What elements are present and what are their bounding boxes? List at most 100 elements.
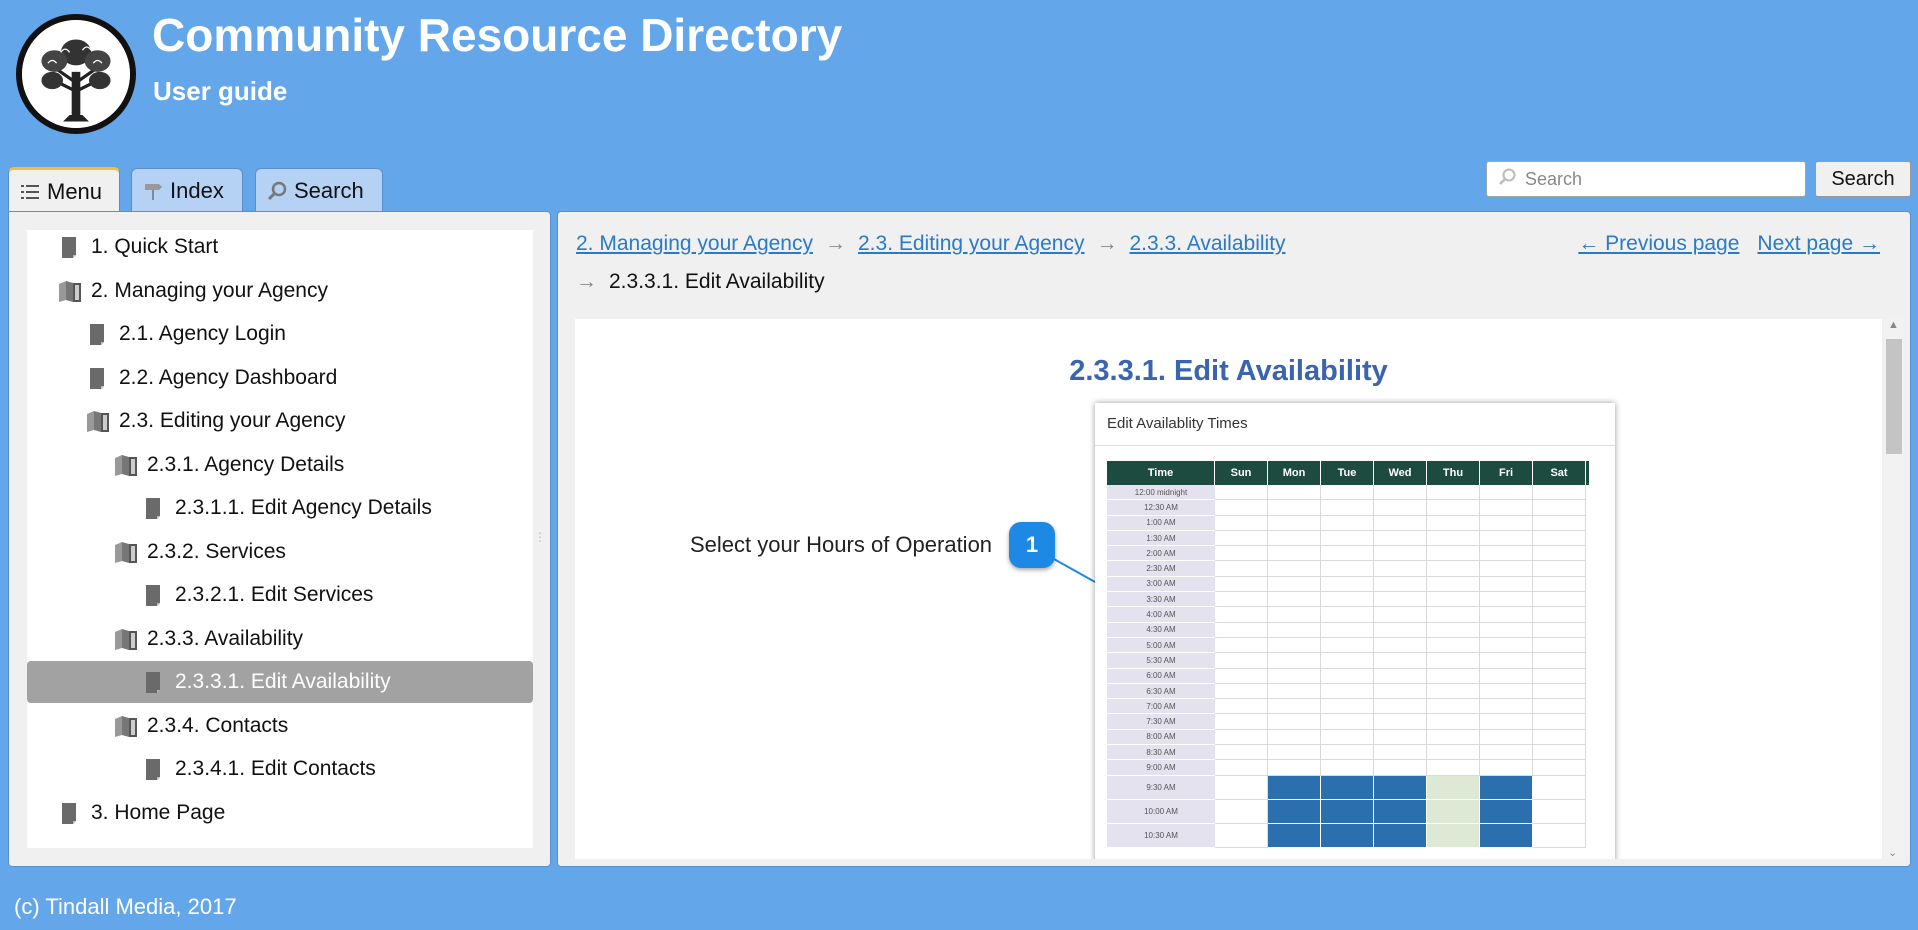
- panel-splitter[interactable]: ⋮: [534, 530, 546, 544]
- time-slot[interactable]: [1480, 515, 1533, 531]
- time-slot[interactable]: [1427, 714, 1480, 730]
- time-slot[interactable]: [1480, 653, 1533, 669]
- search-button[interactable]: Search: [1815, 161, 1911, 197]
- menu-item[interactable]: 2.2. Agency Dashboard: [27, 357, 533, 399]
- time-slot[interactable]: [1427, 637, 1480, 654]
- time-slot[interactable]: [1427, 561, 1480, 577]
- time-slot[interactable]: [1268, 546, 1321, 562]
- menu-item[interactable]: 2.3.1.1. Edit Agency Details: [27, 487, 533, 529]
- time-slot[interactable]: [1374, 799, 1427, 824]
- time-slot[interactable]: [1427, 683, 1480, 700]
- time-slot[interactable]: [1321, 592, 1374, 608]
- scroll-up-icon[interactable]: ▲: [1888, 319, 1899, 331]
- time-slot[interactable]: [1374, 683, 1427, 700]
- tab-search[interactable]: Search: [255, 168, 383, 212]
- time-slot[interactable]: [1533, 576, 1586, 593]
- time-slot[interactable]: [1321, 607, 1374, 623]
- time-slot[interactable]: [1215, 500, 1268, 516]
- time-slot[interactable]: [1533, 592, 1586, 608]
- time-slot[interactable]: [1374, 546, 1427, 562]
- time-slot[interactable]: [1533, 799, 1586, 824]
- time-slot[interactable]: [1321, 546, 1374, 562]
- time-slot[interactable]: [1268, 576, 1321, 593]
- time-slot[interactable]: [1480, 729, 1533, 746]
- time-slot[interactable]: [1215, 668, 1268, 684]
- time-slot[interactable]: [1533, 775, 1586, 800]
- time-slot[interactable]: [1374, 576, 1427, 593]
- time-slot[interactable]: [1374, 729, 1427, 746]
- time-slot[interactable]: [1374, 714, 1427, 730]
- time-slot[interactable]: [1268, 668, 1321, 684]
- time-slot[interactable]: [1268, 760, 1321, 776]
- time-slot[interactable]: [1480, 576, 1533, 593]
- time-slot[interactable]: [1533, 530, 1586, 547]
- time-slot[interactable]: [1427, 745, 1480, 761]
- time-slot[interactable]: [1321, 775, 1374, 800]
- menu-item[interactable]: 2.3.3. Availability: [27, 618, 533, 660]
- time-slot[interactable]: [1321, 653, 1374, 669]
- time-slot[interactable]: [1268, 607, 1321, 623]
- time-slot[interactable]: [1215, 515, 1268, 531]
- time-slot[interactable]: [1215, 530, 1268, 547]
- time-slot[interactable]: [1374, 668, 1427, 684]
- scrollbar-thumb[interactable]: [1886, 339, 1902, 454]
- menu-item[interactable]: 3. Home Page: [27, 792, 533, 834]
- time-slot[interactable]: [1374, 561, 1427, 577]
- time-slot[interactable]: [1321, 561, 1374, 577]
- time-slot[interactable]: [1427, 592, 1480, 608]
- time-slot[interactable]: [1268, 699, 1321, 715]
- time-slot[interactable]: [1374, 653, 1427, 669]
- breadcrumb-link[interactable]: 2.3. Editing your Agency: [858, 232, 1084, 255]
- time-slot[interactable]: [1374, 485, 1427, 501]
- time-slot[interactable]: [1533, 683, 1586, 700]
- time-slot[interactable]: [1321, 745, 1374, 761]
- time-slot[interactable]: [1215, 622, 1268, 638]
- time-slot[interactable]: [1321, 637, 1374, 654]
- breadcrumb-link[interactable]: 2. Managing your Agency: [576, 232, 813, 255]
- time-slot[interactable]: [1268, 637, 1321, 654]
- time-slot[interactable]: [1374, 745, 1427, 761]
- search-field[interactable]: [1486, 161, 1806, 197]
- time-slot[interactable]: [1321, 668, 1374, 684]
- time-slot[interactable]: [1321, 760, 1374, 776]
- time-slot[interactable]: [1427, 546, 1480, 562]
- time-slot[interactable]: [1268, 592, 1321, 608]
- time-slot[interactable]: [1321, 799, 1374, 824]
- menu-item[interactable]: 2. Managing your Agency: [27, 270, 533, 312]
- menu-item[interactable]: 2.3. Editing your Agency: [27, 400, 533, 442]
- time-slot[interactable]: [1480, 799, 1533, 824]
- time-slot[interactable]: [1427, 576, 1480, 593]
- time-slot[interactable]: [1480, 500, 1533, 516]
- time-slot[interactable]: [1480, 546, 1533, 562]
- time-slot[interactable]: [1215, 699, 1268, 715]
- scroll-down-icon[interactable]: ⌄: [1888, 846, 1897, 859]
- content-scrollbar[interactable]: ▲ ⌄: [1884, 319, 1904, 859]
- time-slot[interactable]: [1427, 622, 1480, 638]
- time-slot[interactable]: [1533, 729, 1586, 746]
- time-slot[interactable]: [1215, 576, 1268, 593]
- time-slot[interactable]: [1374, 699, 1427, 715]
- previous-page-link[interactable]: ← Previous page: [1578, 232, 1739, 255]
- time-slot[interactable]: [1268, 683, 1321, 700]
- time-slot[interactable]: [1215, 485, 1268, 501]
- time-slot[interactable]: [1268, 799, 1321, 824]
- time-slot[interactable]: [1480, 485, 1533, 501]
- time-slot[interactable]: [1215, 683, 1268, 700]
- menu-item[interactable]: 2.1. Agency Login: [27, 313, 533, 355]
- menu-item[interactable]: 2.3.2.1. Edit Services: [27, 574, 533, 616]
- time-slot[interactable]: [1480, 745, 1533, 761]
- time-slot[interactable]: [1427, 775, 1480, 800]
- time-slot[interactable]: [1374, 592, 1427, 608]
- time-slot[interactable]: [1427, 607, 1480, 623]
- time-slot[interactable]: [1533, 622, 1586, 638]
- time-slot[interactable]: [1215, 775, 1268, 800]
- time-slot[interactable]: [1427, 729, 1480, 746]
- time-slot[interactable]: [1268, 714, 1321, 730]
- time-slot[interactable]: [1374, 515, 1427, 531]
- time-slot[interactable]: [1427, 653, 1480, 669]
- time-slot[interactable]: [1427, 500, 1480, 516]
- time-slot[interactable]: [1427, 799, 1480, 824]
- menu-item[interactable]: 2.3.4. Contacts: [27, 705, 533, 747]
- time-slot[interactable]: [1427, 485, 1480, 501]
- time-slot[interactable]: [1480, 668, 1533, 684]
